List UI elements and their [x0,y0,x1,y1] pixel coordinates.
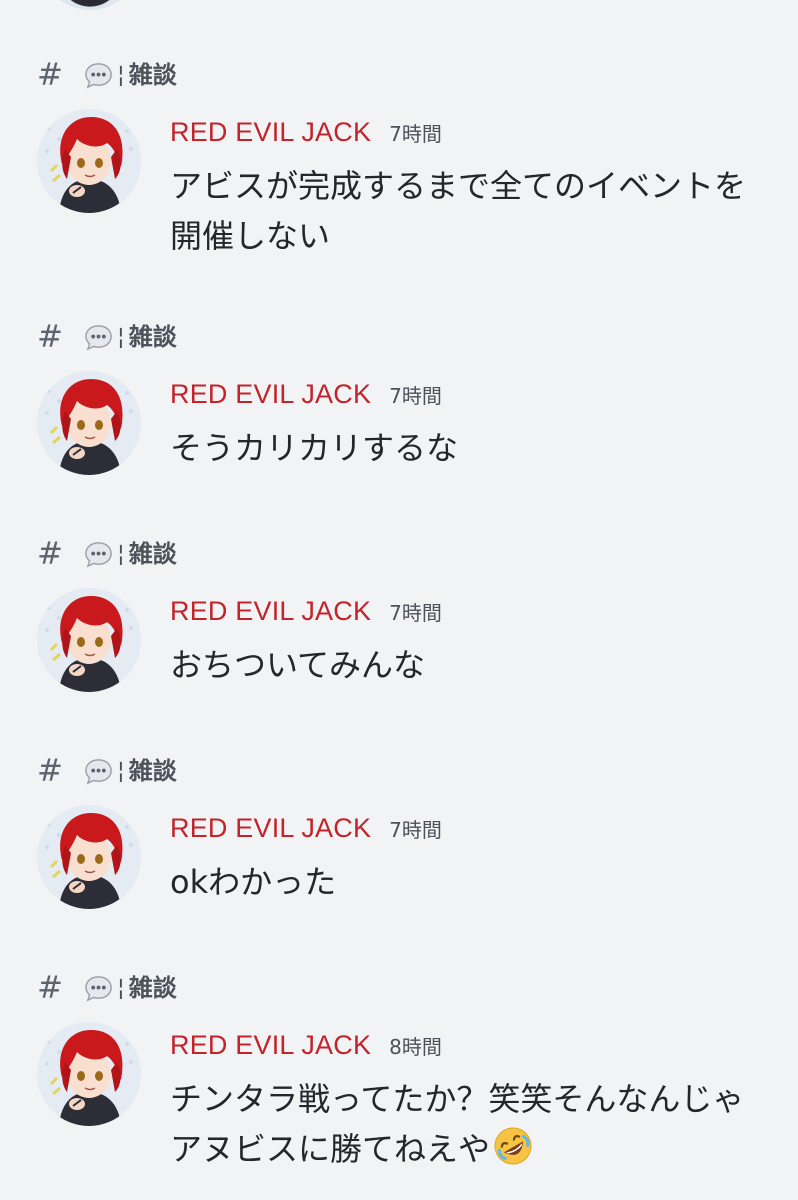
message-text: okわかった [170,863,337,901]
message-text: チンタラ戦ってたか？笑笑そんなんじゃアヌビスに勝てねえや [170,1074,770,1174]
channel-label[interactable]: # ¦ 雑談 [37,317,177,357]
author-name[interactable]: RED EVIL JACK [170,813,371,844]
channel-separator: ¦ [117,758,125,784]
avatar[interactable] [37,805,141,909]
author-name[interactable]: RED EVIL JACK [170,596,371,627]
speech-bubble-icon [85,541,112,567]
channel-name: 雑談 [128,757,177,785]
message-text: そうカリカリするな [170,429,459,467]
message-meta: RED EVIL JACK 7時間 [170,117,770,151]
timestamp: 7時間 [389,818,442,842]
message-meta: RED EVIL JACK 7時間 [170,596,770,630]
message-text: アビスが完成するまで全てのイベントを開催しない [170,167,747,255]
channel-separator: ¦ [117,62,125,88]
author-name[interactable]: RED EVIL JACK [170,379,371,410]
timestamp: 8時間 [389,1035,442,1059]
timestamp: 7時間 [389,122,442,146]
message-text: おちついてみんな [170,646,426,684]
avatar[interactable] [37,371,141,475]
message-meta: RED EVIL JACK 7時間 [170,813,770,847]
message-body: RED EVIL JACK 8時間 チンタラ戦ってたか？笑笑そんなんじゃアヌビス… [170,1030,770,1174]
channel-label[interactable]: # ¦ 雑談 [37,751,177,791]
channel-hash-icon: # [37,753,63,789]
speech-bubble-icon [85,758,112,784]
channel-name: 雑談 [128,61,177,89]
message-body: RED EVIL JACK 7時間 okわかった [170,813,770,907]
channel-hash-icon: # [37,319,63,355]
channel-hash-icon: # [37,970,63,1006]
speech-bubble-icon [85,975,112,1001]
speech-bubble-icon [85,324,112,350]
avatar[interactable] [37,1022,141,1126]
message-meta: RED EVIL JACK 8時間 [170,1030,770,1064]
channel-separator: ¦ [117,975,125,1001]
rolling-on-floor-laughing-icon [494,1127,532,1165]
channel-name: 雑談 [128,974,177,1002]
avatar[interactable] [37,588,141,692]
channel-name: 雑談 [128,540,177,568]
channel-label[interactable]: # ¦ 雑談 [37,55,177,95]
message-body: RED EVIL JACK 7時間 アビスが完成するまで全てのイベントを開催しな… [170,117,770,261]
message-text-content: チンタラ戦ってたか？笑笑そんなんじゃアヌビスに勝てねえや [170,1080,745,1168]
channel-separator: ¦ [117,541,125,567]
channel-hash-icon: # [37,57,63,93]
message-meta: RED EVIL JACK 7時間 [170,379,770,413]
avatar[interactable] [37,109,141,213]
channel-separator: ¦ [117,324,125,350]
channel-label[interactable]: # ¦ 雑談 [37,968,177,1008]
channel-label[interactable]: # ¦ 雑談 [37,534,177,574]
message-body: RED EVIL JACK 7時間 おちついてみんな [170,596,770,690]
timestamp: 7時間 [389,384,442,408]
speech-bubble-icon [85,62,112,88]
author-name[interactable]: RED EVIL JACK [170,117,371,148]
channel-hash-icon: # [37,536,63,572]
message-body: RED EVIL JACK 7時間 そうカリカリするな [170,379,770,473]
timestamp: 7時間 [389,601,442,625]
author-name[interactable]: RED EVIL JACK [170,1030,371,1061]
channel-name: 雑談 [128,323,177,351]
previous-result-avatar [40,0,140,10]
